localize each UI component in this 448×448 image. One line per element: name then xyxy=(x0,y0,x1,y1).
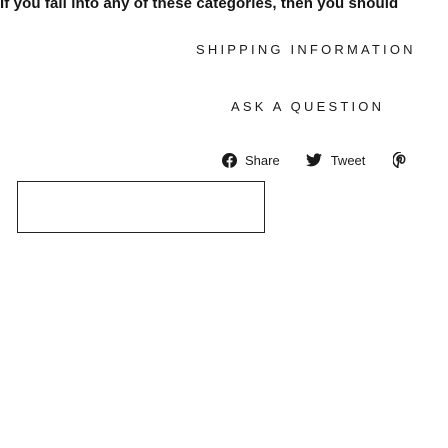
tab-shipping-information[interactable]: SHIPPING INFORMATION xyxy=(196,42,448,57)
twitter-icon xyxy=(305,152,322,168)
pinterest-pin-button[interactable] xyxy=(393,152,407,168)
share-bar: Share Tweet xyxy=(221,150,448,170)
intro-text: If you fall into any of these categories… xyxy=(0,0,399,12)
facebook-icon xyxy=(221,152,237,168)
facebook-share-label: Share xyxy=(245,152,280,168)
pinterest-icon xyxy=(393,152,407,168)
tab-ask-a-question[interactable]: ASK A QUESTION xyxy=(231,99,448,114)
twitter-tweet-label: Tweet xyxy=(330,152,366,168)
twitter-tweet-button[interactable]: Tweet xyxy=(305,152,366,168)
facebook-share-button[interactable]: Share xyxy=(221,152,280,168)
empty-input-box[interactable] xyxy=(17,181,265,233)
